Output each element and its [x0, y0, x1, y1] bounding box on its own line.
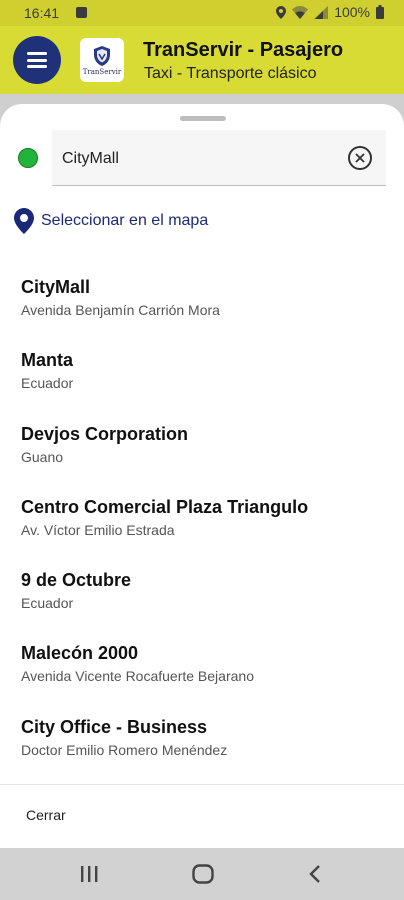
search-field [52, 130, 386, 186]
gallery-notification-icon [76, 7, 87, 18]
destination-search-sheet: Seleccionar en el mapa CityMall Avenida … [0, 104, 404, 848]
close-button[interactable]: Cerrar [26, 807, 66, 823]
select-on-map-label: Seleccionar en el mapa [41, 212, 209, 229]
result-subtitle: Doctor Emilio Romero Menéndez [21, 741, 228, 758]
app-title: TranServir - Pasajero [143, 39, 344, 61]
status-bar: 16:41 100% [0, 0, 404, 26]
result-item[interactable]: CityMall Avenida Benjamín Carrión Mora [0, 272, 404, 345]
result-item[interactable]: City Office - Business Doctor Emilio Rom… [0, 712, 404, 785]
back-icon[interactable] [308, 864, 322, 884]
system-navigation-bar [0, 848, 404, 900]
app-bar: TranServir TranServir - Pasajero Taxi - … [0, 26, 404, 94]
divider [0, 784, 404, 785]
result-title: CityMall [21, 277, 91, 297]
result-title: Centro Comercial Plaza Triangulo [21, 496, 309, 517]
location-icon [276, 5, 287, 19]
battery-icon [376, 5, 384, 19]
close-icon [355, 153, 365, 163]
result-subtitle: Guano [21, 448, 64, 465]
logo-text: TranServir [82, 67, 122, 76]
status-time: 16:41 [24, 5, 60, 21]
result-subtitle: Avenida Vicente Rocafuerte Bejarano [21, 668, 254, 685]
result-subtitle: Av. Víctor Emilio Estrada [21, 521, 175, 538]
app-subtitle: Taxi - Transporte clásico [144, 65, 317, 82]
result-item[interactable]: Manta Ecuador [0, 345, 404, 418]
result-title: Malecón 2000 [21, 643, 139, 664]
origin-indicator-icon [18, 148, 38, 168]
wifi-icon [292, 5, 309, 19]
map-pin-icon [14, 208, 34, 234]
drag-handle[interactable] [180, 116, 226, 121]
status-icons: 100% [276, 4, 384, 20]
result-title: Manta [21, 350, 74, 371]
battery-percent: 100% [334, 4, 370, 20]
menu-icon [27, 52, 47, 68]
result-item[interactable]: Centro Comercial Plaza Triangulo Av. Víc… [0, 492, 404, 565]
result-subtitle: Ecuador [21, 375, 74, 392]
result-subtitle: Avenida Benjamín Carrión Mora [21, 302, 220, 318]
signal-icon [314, 5, 329, 19]
select-on-map-link[interactable]: Seleccionar en el mapa [14, 208, 208, 234]
result-subtitle: Ecuador [21, 595, 74, 612]
shield-logo-icon [92, 45, 112, 67]
result-item[interactable]: Malecón 2000 Avenida Vicente Rocafuerte … [0, 638, 404, 711]
app-logo: TranServir [80, 38, 124, 82]
menu-button[interactable] [13, 36, 61, 84]
home-icon[interactable] [192, 864, 214, 884]
result-title: 9 de Octubre [21, 570, 132, 591]
result-title: City Office - Business [21, 716, 208, 737]
recents-icon[interactable] [79, 866, 99, 882]
result-title: Devjos Corporation [21, 423, 189, 444]
result-item[interactable]: Devjos Corporation Guano [0, 419, 404, 492]
result-item[interactable]: 9 de Octubre Ecuador [0, 565, 404, 638]
clear-search-button[interactable] [348, 146, 372, 170]
search-input[interactable] [60, 144, 344, 174]
search-results-list: CityMall Avenida Benjamín Carrión Mora M… [0, 272, 404, 785]
